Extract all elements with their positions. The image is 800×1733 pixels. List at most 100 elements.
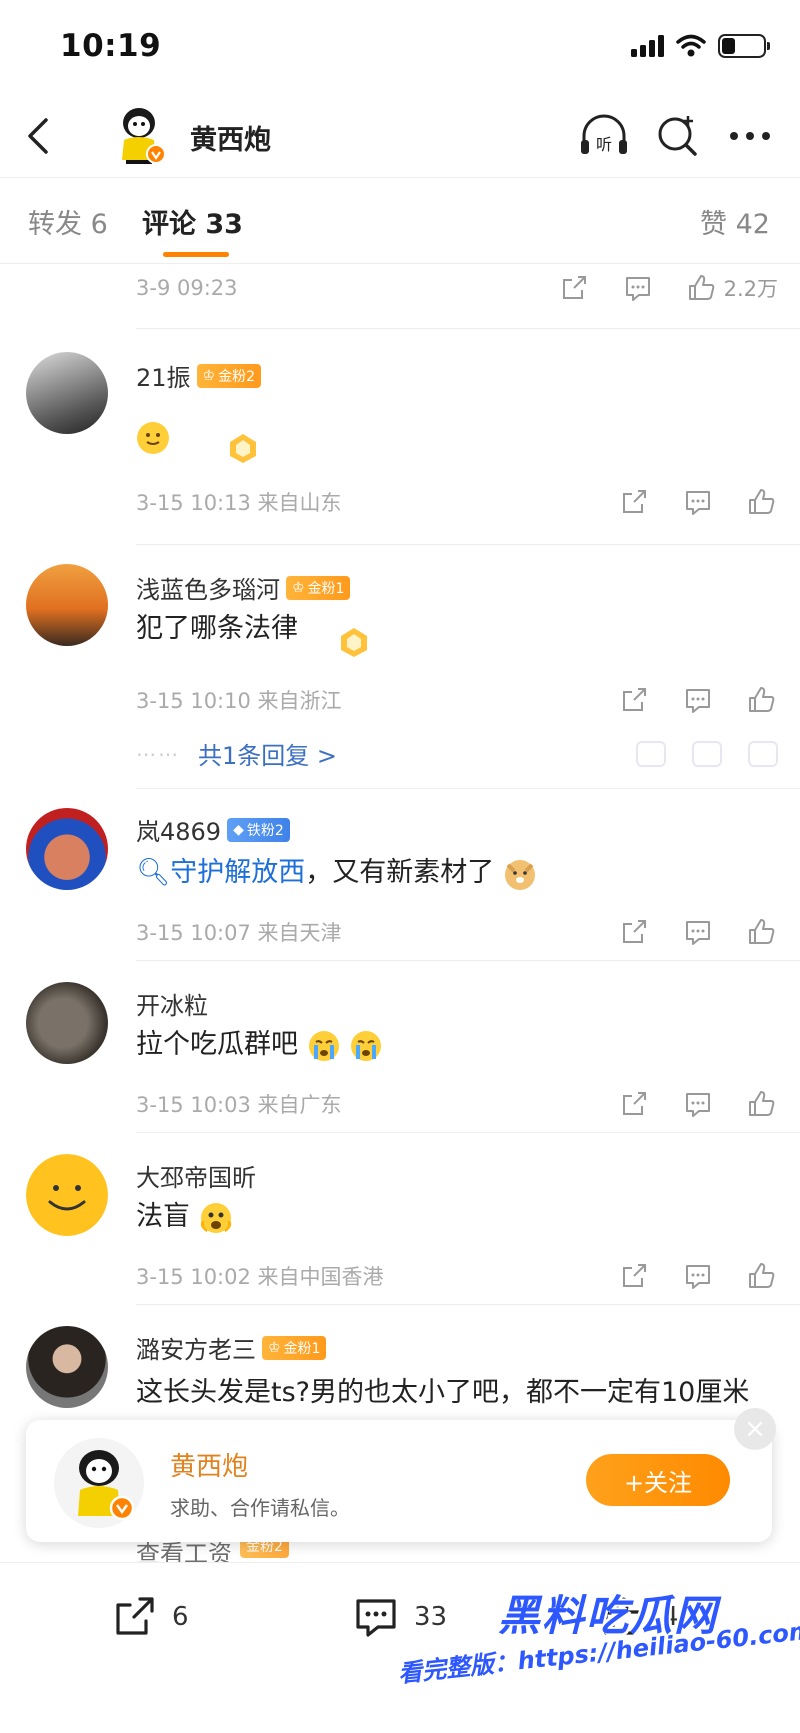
comment-meta-row: 3-15 10:13 来自山东 xyxy=(136,482,778,522)
comment-author[interactable]: 21振 ♔ 金粉2 xyxy=(136,358,262,393)
share-button[interactable] xyxy=(618,486,650,518)
listen-icon[interactable]: 听 xyxy=(578,112,630,160)
comment-meta: 3-15 10:02 来自中国香港 xyxy=(136,1265,384,1289)
reply-button[interactable] xyxy=(622,272,654,304)
reply-button[interactable] xyxy=(682,486,714,518)
active-tab-indicator xyxy=(163,252,229,257)
battery-icon xyxy=(718,34,770,58)
like-count: 2.2万 xyxy=(723,277,778,301)
like-button[interactable]: 2.2万 xyxy=(686,272,778,304)
nav-header: 黄西炮 听 xyxy=(0,96,800,178)
comment-author-name: 潞安方老三 xyxy=(136,1336,256,1364)
comment-meta: 3-15 10:07 来自天津 xyxy=(136,921,342,945)
topic-label: 守护解放西 xyxy=(170,857,306,888)
tab-bar: 转发 6 评论 33 赞 42 xyxy=(0,178,800,264)
comment-author-name: 浅蓝色多瑙河 xyxy=(136,576,280,604)
comment-author[interactable]: 浅蓝色多瑙河 ♔ 金粉1 xyxy=(136,570,351,605)
divider xyxy=(136,328,800,329)
replies-row: ⋯⋯ 共1条回复 > xyxy=(136,736,778,771)
comment-icon xyxy=(686,491,710,515)
share-icon xyxy=(623,688,646,711)
crown-icon: ♔ xyxy=(202,367,216,384)
like-button[interactable] xyxy=(746,486,778,518)
back-icon[interactable] xyxy=(18,114,62,158)
comment-meta: 3-15 10:10 来自浙江 xyxy=(136,689,342,713)
reply-button[interactable] xyxy=(682,916,714,948)
comment-author-name: 21振 xyxy=(136,364,191,392)
like-button[interactable] xyxy=(746,1260,778,1292)
tab-comments[interactable]: 评论 33 xyxy=(142,202,243,241)
avatar[interactable] xyxy=(26,808,108,890)
follow-card-name[interactable]: 黄西炮 xyxy=(170,1446,248,1483)
comment-author[interactable]: 大邳帝国昕 xyxy=(136,1158,256,1193)
fan-badge-label: 金粉1 xyxy=(283,1340,321,1357)
share-button[interactable] xyxy=(618,1260,650,1292)
close-icon: × xyxy=(744,1414,766,1444)
comment-meta-row: 3-15 10:10 来自浙江 xyxy=(136,680,778,720)
repost-button[interactable]: 6 xyxy=(110,1593,189,1641)
tab-likes[interactable]: 赞 42 xyxy=(700,202,770,241)
share-button[interactable] xyxy=(618,684,650,716)
comment-author[interactable]: 潞安方老三 ♔ 金粉1 xyxy=(136,1330,327,1365)
status-icons xyxy=(631,34,770,58)
more-icon[interactable] xyxy=(726,116,774,156)
fan-badge-label: 铁粉2 xyxy=(246,822,284,839)
reply-like-icon xyxy=(748,740,778,767)
reply-button[interactable] xyxy=(682,1260,714,1292)
comment-author-name: 开冰粒 xyxy=(136,992,208,1020)
follow-card: 黄西炮 求助、合作请私信。 +关注 xyxy=(26,1420,772,1542)
fan-badge: ◆ 铁粉2 xyxy=(227,817,290,842)
crying-emoji-icon xyxy=(308,1030,339,1061)
like-button[interactable]: 42 xyxy=(600,1593,695,1641)
share-button[interactable] xyxy=(558,272,590,304)
thumb-up-icon xyxy=(749,489,775,514)
thumb-up-icon xyxy=(688,275,714,300)
comment-body: 拉个吃瓜群吧 xyxy=(136,1029,298,1060)
smiley-avatar[interactable] xyxy=(26,1154,108,1236)
view-replies-link[interactable]: 共1条回复 > xyxy=(198,736,610,771)
header-avatar[interactable] xyxy=(108,104,170,166)
comment-text: 这长头发是ts?男的也太小了吧，都不一定有10厘米 xyxy=(136,1377,750,1408)
comment-icon xyxy=(686,1265,710,1289)
divider xyxy=(136,960,800,961)
reply-button[interactable] xyxy=(682,684,714,716)
doge-emoji-icon xyxy=(504,859,535,890)
comment-text: 法盲 xyxy=(136,1194,774,1240)
close-follow-card-button[interactable]: × xyxy=(734,1408,776,1450)
follow-card-avatar[interactable] xyxy=(54,1438,144,1528)
follow-button[interactable]: +关注 xyxy=(586,1454,730,1506)
comment-body: ，又有新素材了 xyxy=(305,857,495,888)
comment-author[interactable]: 岚4869 ◆ 铁粉2 xyxy=(136,812,290,847)
share-icon xyxy=(562,276,586,299)
thumb-up-icon xyxy=(749,1091,775,1116)
share-icon xyxy=(623,1264,646,1287)
comment-meta-row: 3-15 10:07 来自天津 xyxy=(136,912,778,952)
thumb-up-icon xyxy=(749,687,775,712)
divider xyxy=(136,1304,800,1305)
avatar[interactable] xyxy=(26,982,108,1064)
reply-button[interactable] xyxy=(682,1088,714,1120)
wifi-icon xyxy=(676,34,706,57)
topic-link[interactable]: 🔍︎守护解放西 xyxy=(136,857,305,888)
comment-button[interactable]: 33 xyxy=(352,1593,447,1641)
share-button[interactable] xyxy=(618,916,650,948)
comment-meta-row: 3-9 09:23 2.2万 xyxy=(136,268,778,308)
search-icon: 🔍︎ xyxy=(136,857,171,888)
comment-author[interactable]: 开冰粒 xyxy=(136,986,208,1021)
fan-decoration-icon xyxy=(230,434,256,463)
like-button[interactable] xyxy=(746,684,778,716)
share-button[interactable] xyxy=(618,1088,650,1120)
replies-dots: ⋯⋯ xyxy=(136,741,180,766)
avatar[interactable] xyxy=(26,564,108,646)
tab-reposts[interactable]: 转发 6 xyxy=(28,202,108,241)
like-button[interactable] xyxy=(746,916,778,948)
avatar[interactable] xyxy=(26,1326,108,1408)
follow-card-description: 求助、合作请私信。 xyxy=(170,1496,350,1520)
search-plus-icon[interactable] xyxy=(655,112,701,158)
divider xyxy=(136,544,800,545)
like-button[interactable] xyxy=(746,1088,778,1120)
crown-icon: ♔ xyxy=(292,579,305,596)
signal-icon xyxy=(631,35,664,57)
avatar[interactable] xyxy=(26,352,108,434)
comment-meta: 3-15 10:13 来自山东 xyxy=(136,491,342,515)
